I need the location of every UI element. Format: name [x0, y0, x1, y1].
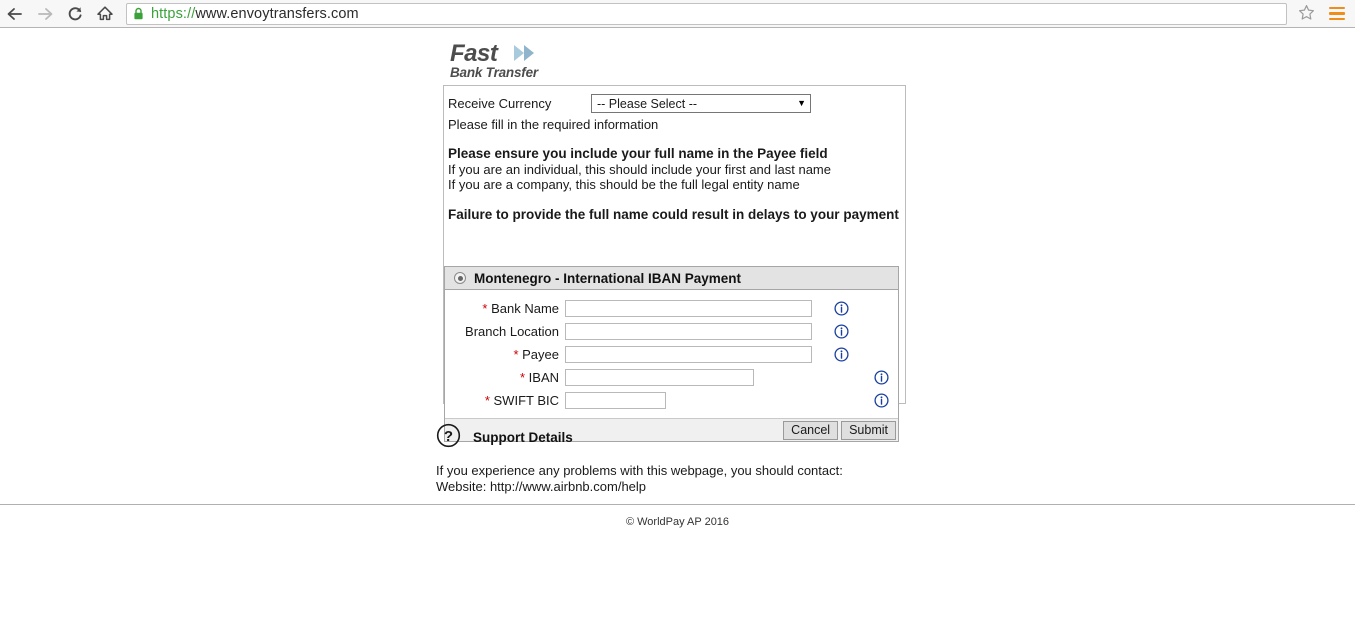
payee-info-slot	[812, 347, 858, 362]
home-icon	[96, 5, 114, 22]
iban-input[interactable]	[565, 369, 754, 386]
support-contact-line: If you experience any problems with this…	[436, 463, 843, 478]
bank-name-input[interactable]	[565, 300, 812, 317]
hamburger-menu-icon	[1329, 6, 1345, 10]
info-icon[interactable]	[834, 324, 849, 339]
chevron-arrow-icon	[512, 43, 546, 66]
reload-button[interactable]	[60, 1, 90, 27]
receive-currency-label: Receive Currency	[448, 96, 552, 111]
info-icon[interactable]	[834, 301, 849, 316]
payment-method-title: Montenegro - International IBAN Payment	[474, 270, 742, 286]
chevron-down-icon: ▼	[797, 98, 806, 108]
field-row-iban: * IBAN	[445, 366, 898, 389]
address-bar[interactable]: https://www.envoytransfers.com	[126, 2, 1287, 25]
forward-button[interactable]	[30, 1, 60, 27]
bank-name-label-text: Bank Name	[491, 301, 559, 316]
support-details-body: If you experience any problems with this…	[436, 463, 936, 495]
payee-name-instructions: Please ensure you include your full name…	[448, 146, 831, 192]
back-button[interactable]	[0, 1, 30, 27]
info-icon[interactable]	[834, 347, 849, 362]
field-row-swift-bic: * SWIFT BIC	[445, 389, 898, 412]
swift-bic-label: * SWIFT BIC	[445, 393, 565, 408]
support-details-section: ? Support Details If you experience any …	[436, 423, 936, 495]
bank-name-info-slot	[812, 301, 858, 316]
iban-label: * IBAN	[445, 370, 565, 385]
payment-fields: * Bank Name Branch Location * Payee * IB…	[445, 290, 898, 418]
star-icon	[1298, 4, 1315, 24]
payment-method-header[interactable]: Montenegro - International IBAN Payment	[445, 267, 898, 290]
branch-location-label-text: Branch Location	[465, 324, 559, 339]
site-logo: Fast Bank Transfer	[450, 42, 560, 81]
hamburger-menu-icon-bar	[1329, 17, 1345, 21]
iban-info-slot	[852, 370, 898, 385]
arrow-left-icon	[6, 6, 24, 22]
required-asterisk: *	[513, 347, 519, 362]
support-details-header: ? Support Details	[436, 423, 936, 451]
menu-button[interactable]	[1321, 1, 1353, 27]
required-asterisk: *	[482, 301, 488, 316]
required-asterisk: *	[484, 393, 490, 408]
info-icon[interactable]	[874, 393, 889, 408]
bank-name-label: * Bank Name	[445, 301, 565, 316]
padlock-icon	[133, 7, 144, 20]
page-content: Fast Bank Transfer Receive Currency -- P…	[0, 29, 1355, 627]
url-host: www.envoytransfers.com	[195, 5, 359, 22]
failure-warning: Failure to provide the full name could r…	[448, 207, 899, 222]
swift-bic-label-text: SWIFT BIC	[493, 393, 559, 408]
url-scheme: https://	[151, 5, 196, 22]
footer-divider	[0, 504, 1355, 505]
field-row-branch-location: Branch Location	[445, 320, 898, 343]
question-mark-icon: ?	[436, 423, 461, 451]
reload-icon	[66, 5, 84, 22]
swift-bic-info-slot	[852, 393, 898, 408]
instructions-heading: Please ensure you include your full name…	[448, 146, 828, 161]
iban-label-text: IBAN	[528, 370, 559, 385]
browser-toolbar: https://www.envoytransfers.com	[0, 0, 1355, 28]
payee-label: * Payee	[445, 347, 565, 362]
hamburger-menu-icon-bar	[1329, 12, 1345, 15]
payment-form-container: Receive Currency -- Please Select -- ▼ P…	[443, 85, 906, 442]
required-asterisk: *	[519, 370, 526, 385]
logo-secondary-text: Bank Transfer	[450, 65, 538, 80]
home-button[interactable]	[90, 1, 120, 27]
bookmark-button[interactable]	[1291, 1, 1321, 27]
instructions-company: If you are a company, this should be the…	[448, 177, 800, 192]
receive-currency-row: Receive Currency -- Please Select -- ▼	[448, 94, 811, 113]
payment-method-radio[interactable]	[454, 272, 466, 284]
svg-text:?: ?	[444, 428, 453, 445]
support-details-title: Support Details	[473, 429, 573, 445]
arrow-right-icon	[36, 6, 54, 22]
field-row-payee: * Payee	[445, 343, 898, 366]
address-bar-text: https://www.envoytransfers.com	[151, 6, 359, 22]
branch-location-input[interactable]	[565, 323, 812, 340]
info-icon[interactable]	[874, 370, 889, 385]
branch-location-info-slot	[812, 324, 858, 339]
payment-method-panel: Montenegro - International IBAN Payment …	[444, 266, 899, 442]
field-row-bank-name: * Bank Name	[445, 297, 898, 320]
payee-input[interactable]	[565, 346, 812, 363]
support-website-line: Website: http://www.airbnb.com/help	[436, 479, 647, 494]
swift-bic-input[interactable]	[565, 392, 666, 409]
payee-label-text: Payee	[522, 347, 559, 362]
fill-required-note: Please fill in the required information	[448, 117, 659, 132]
instructions-individual: If you are an individual, this should in…	[448, 162, 831, 177]
receive-currency-selected-value: -- Please Select --	[597, 96, 698, 111]
receive-currency-select[interactable]: -- Please Select -- ▼	[591, 94, 811, 113]
footer-copyright: © WorldPay AP 2016	[625, 516, 730, 528]
branch-location-label: Branch Location	[445, 324, 565, 339]
